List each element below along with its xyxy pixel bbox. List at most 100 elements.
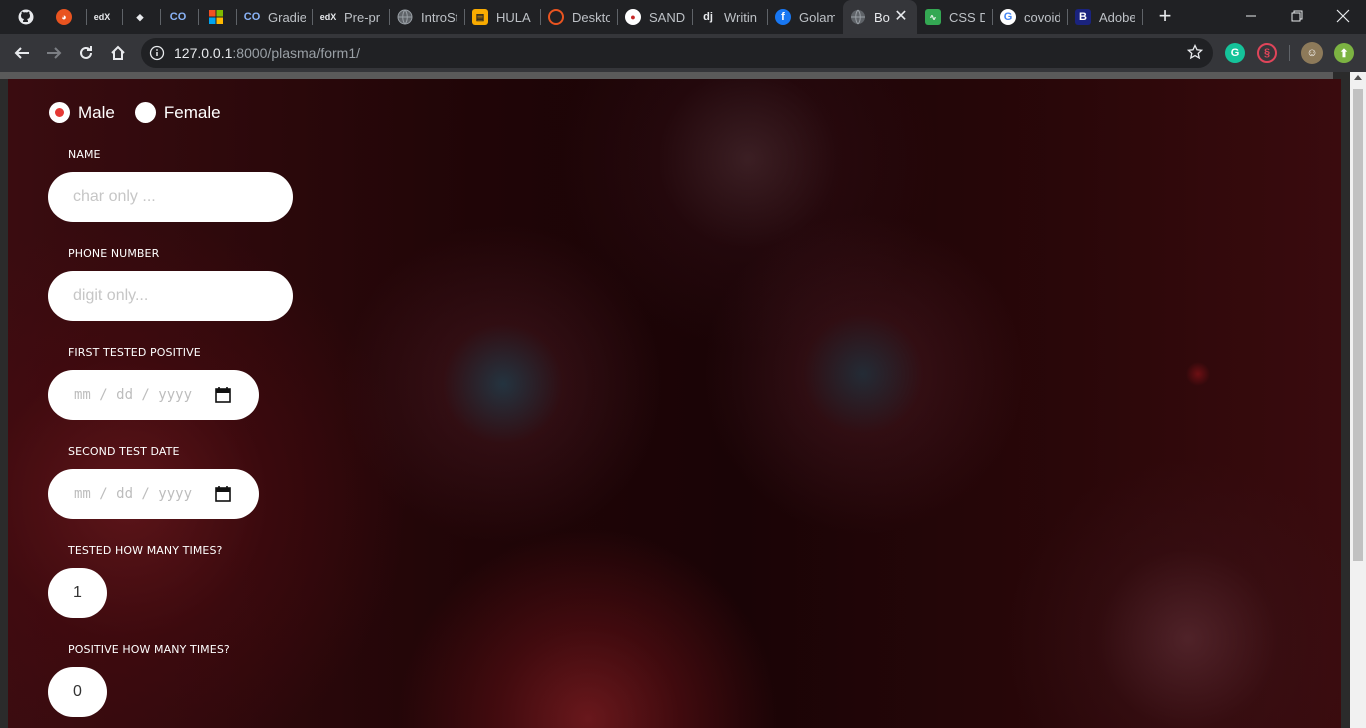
google-icon: G	[1000, 9, 1016, 25]
tab-separator	[86, 9, 87, 25]
tab-ubuntu[interactable]: ◕	[56, 0, 78, 34]
url-text: 127.0.0.1:8000/plasma/form1/	[174, 45, 360, 61]
home-icon[interactable]	[104, 39, 132, 67]
django-icon: dj	[703, 11, 713, 23]
microsoft-icon	[208, 9, 224, 25]
phone-input[interactable]: digit only...	[48, 271, 293, 321]
tab-separator	[767, 9, 768, 25]
tab-sandi[interactable]: ● SANDI	[625, 0, 685, 34]
gender-female-label[interactable]: Female	[164, 103, 221, 123]
page-scrollbar[interactable]	[1350, 72, 1366, 728]
back-icon[interactable]	[8, 39, 36, 67]
date-placeholder: mm / dd / yyyy	[74, 486, 193, 502]
tab-golam[interactable]: f Golam	[775, 0, 835, 34]
forward-icon[interactable]	[40, 39, 68, 67]
ubuntu-icon: ◕	[56, 9, 72, 25]
tab-writing[interactable]: dj Writin	[700, 0, 760, 34]
gender-male-radio[interactable]	[49, 102, 70, 123]
toolbar-separator	[1289, 45, 1290, 61]
edx-icon: edX	[94, 12, 111, 22]
tab-strip: ◕ edX ◆ CO CO Gradie edX Pre-pr IntroSt …	[0, 0, 1366, 34]
ubuntu-icon	[548, 9, 564, 25]
facebook-icon: f	[775, 9, 791, 25]
tab-separator	[198, 9, 199, 25]
plasma-form-page: Male Female NAME char only ... PHONE NUM…	[8, 79, 1341, 728]
close-window-icon[interactable]	[1320, 0, 1366, 32]
minimize-icon[interactable]	[1228, 0, 1274, 32]
tab-desktop[interactable]: Deskto	[548, 0, 610, 34]
hula-icon: ◆	[136, 11, 144, 22]
positive-times-label: POSITIVE HOW MANY TIMES?	[68, 643, 230, 656]
grammarly-icon[interactable]: G	[1225, 43, 1245, 63]
avatar[interactable]: ☺	[1301, 42, 1323, 64]
tab-separator	[617, 9, 618, 25]
second-test-date-input[interactable]: mm / dd / yyyy	[48, 469, 259, 519]
tab-separator	[1067, 9, 1068, 25]
tab-separator	[1142, 9, 1143, 25]
tab-separator	[464, 9, 465, 25]
tab-gradient[interactable]: CO Gradie	[244, 0, 306, 34]
second-test-label: SECOND TEST DATE	[68, 445, 180, 458]
tab-pre-pr[interactable]: edX Pre-pr	[320, 0, 380, 34]
tab-github[interactable]	[18, 0, 40, 34]
tested-times-input[interactable]: 1	[48, 568, 107, 618]
tab-microsoft[interactable]	[208, 0, 230, 34]
tested-times-label: TESTED HOW MANY TIMES?	[68, 544, 223, 557]
name-input[interactable]: char only ...	[48, 172, 293, 222]
tab-separator	[389, 9, 390, 25]
address-bar[interactable]: 127.0.0.1:8000/plasma/form1/	[141, 38, 1213, 68]
bookmark-star-icon[interactable]	[1186, 43, 1204, 65]
tab-adobe[interactable]: B Adobe	[1075, 0, 1135, 34]
scrollbar-thumb[interactable]	[1353, 89, 1363, 561]
page-viewport: Male Female NAME char only ... PHONE NUM…	[0, 72, 1366, 728]
calendar-icon[interactable]	[215, 485, 231, 506]
tab-separator	[312, 9, 313, 25]
first-positive-label: FIRST TESTED POSITIVE	[68, 346, 201, 359]
adobe-b-icon: B	[1075, 9, 1091, 25]
date-placeholder: mm / dd / yyyy	[74, 387, 193, 403]
tab-separator	[992, 9, 993, 25]
colab-icon: CO	[244, 11, 261, 23]
tab-hula[interactable]: ◆	[132, 0, 154, 34]
reload-icon[interactable]	[72, 39, 100, 67]
tab-separator	[236, 9, 237, 25]
info-icon[interactable]	[149, 45, 165, 66]
gender-male-label[interactable]: Male	[78, 103, 115, 123]
phone-label: PHONE NUMBER	[68, 247, 160, 260]
page-top-strip	[0, 72, 1333, 79]
tab-separator	[122, 9, 123, 25]
browser-toolbar: 127.0.0.1:8000/plasma/form1/ G § ☺ ⬆	[0, 34, 1366, 72]
gender-female-radio[interactable]	[134, 102, 156, 123]
globe-icon	[397, 9, 413, 25]
scroll-up-arrow-icon[interactable]	[1354, 75, 1362, 80]
positive-times-input[interactable]: 0	[48, 667, 107, 717]
update-icon[interactable]: ⬆	[1334, 43, 1354, 63]
tab-css[interactable]: ∿ CSS Di	[925, 0, 985, 34]
tab-active[interactable]: Bo ✕	[843, 0, 917, 34]
tab-hula-book[interactable]: ▤ HULA	[472, 0, 532, 34]
new-tab-icon[interactable]: +	[1153, 5, 1177, 29]
first-positive-date-input[interactable]: mm / dd / yyyy	[48, 370, 259, 420]
book-icon: ▤	[472, 9, 488, 25]
globe-icon	[850, 9, 866, 25]
colab-icon: CO	[170, 11, 187, 23]
github-icon	[18, 9, 34, 25]
css-icon: ∿	[925, 9, 941, 25]
restore-icon[interactable]	[1274, 0, 1320, 32]
url-host: 127.0.0.1	[174, 45, 233, 61]
tab-introst[interactable]: IntroSt	[397, 0, 457, 34]
calendar-icon[interactable]	[215, 386, 231, 407]
edx-icon: edX	[320, 12, 337, 22]
sandi-icon: ●	[625, 9, 641, 25]
tab-colab[interactable]: CO	[170, 0, 192, 34]
gender-radio-group: Male Female	[49, 102, 241, 123]
extension-icon[interactable]: §	[1257, 43, 1277, 63]
tab-edx[interactable]: edX	[94, 0, 116, 34]
tab-separator	[692, 9, 693, 25]
tab-covoid[interactable]: G covoid	[1000, 0, 1060, 34]
name-label: NAME	[68, 148, 101, 161]
url-path: :8000/plasma/form1/	[232, 45, 361, 61]
tab-separator	[540, 9, 541, 25]
close-icon[interactable]: ✕	[893, 9, 909, 25]
tab-separator	[160, 9, 161, 25]
